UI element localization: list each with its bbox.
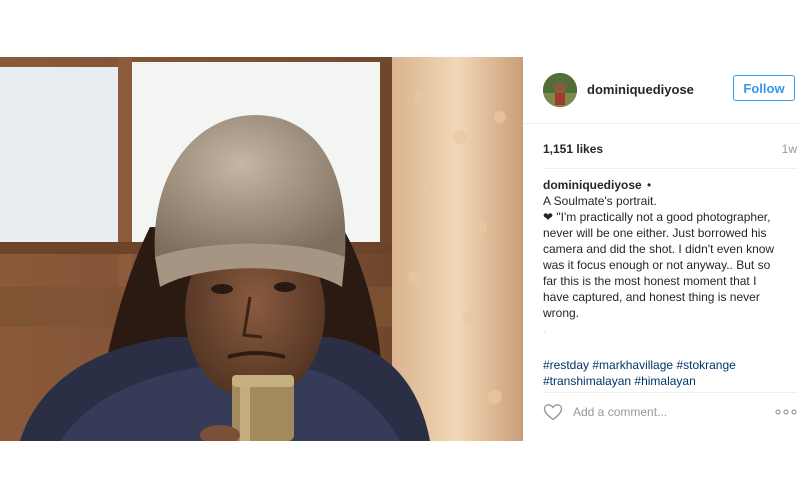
avatar[interactable]	[543, 73, 577, 107]
divider	[543, 392, 797, 393]
caption-first-line: A Soulmate's portrait.	[543, 194, 657, 208]
post-photo[interactable]	[0, 57, 523, 441]
comment-input[interactable]	[573, 403, 763, 421]
hashtag-link[interactable]: #himalayan	[634, 374, 695, 388]
header-username[interactable]: dominiquediyose	[587, 82, 694, 97]
caption-dot: •	[647, 178, 652, 192]
post-timestamp[interactable]: 1w	[782, 142, 797, 156]
caption-faded-text: .	[543, 323, 547, 335]
instagram-post: dominiquediyose Follow 1,151 likes 1w do…	[0, 57, 800, 441]
black-heart-icon: ❤	[543, 210, 554, 224]
post-side-panel: dominiquediyose Follow 1,151 likes 1w do…	[523, 57, 800, 441]
caption-body: ❤ "I'm practically not a good photograph…	[543, 209, 783, 321]
more-options-icon[interactable]	[775, 407, 797, 417]
likes-count[interactable]: 1,151 likes	[543, 142, 603, 156]
caption-text: "I'm practically not a good photographer…	[543, 210, 775, 320]
caption-username[interactable]: dominiquediyose	[543, 178, 642, 192]
post-caption: dominiquediyose • A Soulmate's portrait.…	[543, 177, 783, 337]
follow-button[interactable]: Follow	[733, 75, 795, 101]
comment-bar	[543, 400, 797, 424]
heart-outline-icon[interactable]	[543, 403, 563, 421]
post-header: dominiquediyose Follow	[523, 57, 800, 124]
likes-row: 1,151 likes 1w	[543, 142, 797, 160]
hashtag-link[interactable]: #restday	[543, 358, 589, 372]
hashtag-link[interactable]: #markhavillage	[592, 358, 673, 372]
avatar-image	[543, 73, 577, 107]
hashtag-link[interactable]: #stokrange	[676, 358, 735, 372]
hashtags: #restday #markhavillage #stokrange #tran…	[543, 357, 793, 389]
divider	[543, 168, 797, 169]
hashtag-link[interactable]: #transhimalayan	[543, 374, 631, 388]
portrait-photo-image	[0, 57, 523, 441]
